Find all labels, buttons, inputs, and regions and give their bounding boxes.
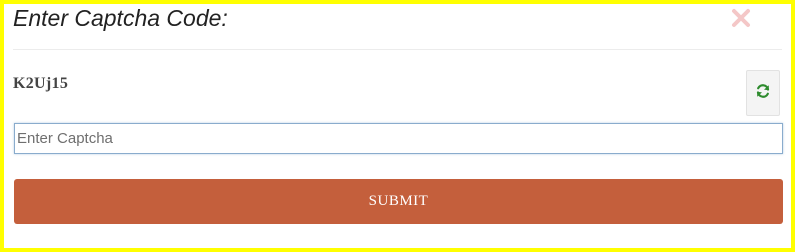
- submit-button[interactable]: SUBMIT: [14, 179, 783, 224]
- refresh-captcha-button[interactable]: [746, 70, 780, 116]
- close-button[interactable]: [727, 6, 755, 34]
- close-icon: [731, 8, 751, 33]
- captcha-code: K2Uj15: [13, 75, 69, 92]
- dialog-title: Enter Captcha Code:: [13, 5, 228, 31]
- divider: [13, 49, 782, 50]
- captcha-input[interactable]: [14, 123, 783, 154]
- refresh-icon: [755, 83, 771, 104]
